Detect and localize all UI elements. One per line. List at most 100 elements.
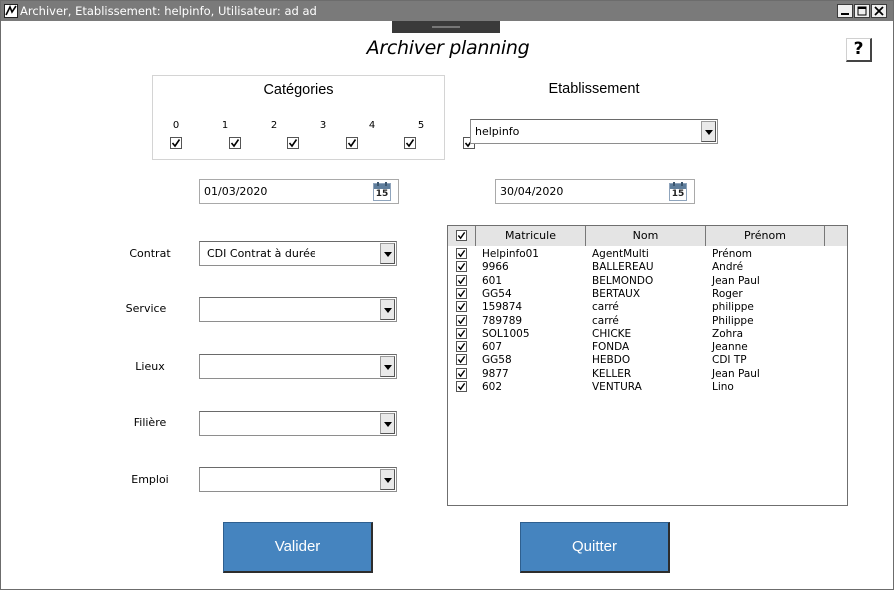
minimize-icon[interactable] xyxy=(837,4,853,18)
category-label-5: 5 xyxy=(417,120,425,131)
row-checkbox[interactable] xyxy=(456,314,467,326)
contrat-value: CDI Contrat à durée i xyxy=(207,247,315,260)
chevron-down-icon[interactable] xyxy=(380,299,395,320)
cell-prenom: André xyxy=(712,261,744,274)
chevron-down-icon[interactable] xyxy=(380,469,395,490)
category-checkbox-1[interactable] xyxy=(228,137,241,149)
cell-nom: HEBDO xyxy=(592,354,631,367)
table-row[interactable]: 9877 KELLER Jean Paul xyxy=(448,367,847,381)
category-checkbox-0[interactable] xyxy=(170,137,182,149)
etablissement-value: helpinfo xyxy=(475,125,520,138)
row-checkbox[interactable] xyxy=(456,274,467,286)
etablissement-title: Etablissement xyxy=(548,81,640,97)
calendar-day: 15 xyxy=(671,189,685,199)
category-checkbox-4[interactable] xyxy=(404,137,416,149)
select-all-checkbox[interactable] xyxy=(456,230,467,241)
chevron-down-icon[interactable] xyxy=(380,356,395,377)
category-label-4: 4 xyxy=(368,120,376,131)
table-row[interactable]: SOL1005 CHICKE Zohra xyxy=(448,327,847,341)
filiere-select[interactable] xyxy=(199,411,397,436)
validate-button[interactable]: Valider xyxy=(223,522,373,573)
column-header-nom[interactable]: Nom xyxy=(586,226,706,246)
table-row[interactable]: 9966 BALLEREAU André xyxy=(448,261,847,274)
cell-matricule: 9966 xyxy=(482,261,509,274)
cell-prenom: Lino xyxy=(712,381,734,393)
service-label: Service xyxy=(125,302,167,315)
app-icon xyxy=(4,4,18,18)
cell-nom: AgentMulti xyxy=(592,248,649,260)
row-checkbox[interactable] xyxy=(456,341,467,353)
table-row[interactable]: 159874 carré philippe xyxy=(448,301,847,314)
title-bar[interactable]: Archiver, Etablissement: helpinfo, Utili… xyxy=(1,1,893,21)
chevron-down-icon[interactable] xyxy=(380,243,395,264)
archiver-window: Archiver, Etablissement: helpinfo, Utili… xyxy=(0,0,894,590)
row-checkbox[interactable] xyxy=(456,354,467,366)
window-title: Archiver, Etablissement: helpinfo, Utili… xyxy=(20,4,317,18)
start-date-field[interactable]: 01/03/2020 15 xyxy=(199,179,399,204)
lieux-select[interactable] xyxy=(199,354,397,379)
quit-button[interactable]: Quitter xyxy=(520,522,670,573)
grid-header: Matricule Nom Prénom xyxy=(448,226,847,246)
cell-matricule: 789789 xyxy=(482,314,523,327)
table-row[interactable]: 602 VENTURA Lino xyxy=(448,381,847,394)
category-label-0: 0 xyxy=(172,120,180,131)
cell-prenom: Jeanne xyxy=(712,341,748,354)
end-date-value: 30/04/2020 xyxy=(500,185,564,198)
cell-prenom: philippe xyxy=(712,301,754,314)
row-checkbox[interactable] xyxy=(456,367,467,379)
cell-matricule: GG58 xyxy=(482,354,512,367)
chevron-down-icon[interactable] xyxy=(380,413,395,434)
drag-handle[interactable] xyxy=(392,21,500,33)
end-date-field[interactable]: 30/04/2020 15 xyxy=(495,179,695,204)
contrat-label: Contrat xyxy=(129,247,171,260)
etablissement-select[interactable]: helpinfo xyxy=(470,119,718,144)
cell-matricule: Helpinfo01 xyxy=(482,248,539,260)
column-header-prenom[interactable]: Prénom xyxy=(706,226,825,246)
cell-matricule: 9877 xyxy=(482,367,509,380)
calendar-icon[interactable]: 15 xyxy=(669,182,687,201)
lieux-label: Lieux xyxy=(135,360,165,373)
cell-prenom: Philippe xyxy=(712,314,754,327)
service-select[interactable] xyxy=(199,297,397,322)
cell-nom: VENTURA xyxy=(592,381,642,393)
grip-line xyxy=(432,26,460,28)
table-row[interactable]: Helpinfo01 AgentMulti Prénom xyxy=(448,248,847,261)
row-checkbox[interactable] xyxy=(456,248,467,259)
help-button[interactable]: ? xyxy=(846,38,872,62)
cell-matricule: 601 xyxy=(482,274,503,287)
start-date-value: 01/03/2020 xyxy=(204,185,268,198)
cell-prenom: Jean Paul xyxy=(712,274,760,287)
table-row[interactable]: 607 FONDA Jeanne xyxy=(448,341,847,354)
cell-matricule: 159874 xyxy=(482,301,523,314)
table-row[interactable]: 601 BELMONDO Jean Paul xyxy=(448,274,847,288)
row-checkbox[interactable] xyxy=(456,287,467,299)
category-checkbox-2[interactable] xyxy=(287,137,299,149)
row-checkbox[interactable] xyxy=(456,261,467,273)
cell-prenom: Zohra xyxy=(712,327,744,340)
category-label-2: 2 xyxy=(270,120,278,131)
row-checkbox[interactable] xyxy=(456,327,467,339)
select-all-cell[interactable] xyxy=(448,226,476,246)
calendar-day: 15 xyxy=(375,189,389,199)
calendar-icon[interactable]: 15 xyxy=(373,182,391,201)
employee-grid[interactable]: Matricule Nom Prénom Helpinfo01 AgentMult… xyxy=(447,225,848,506)
column-header-matricule[interactable]: Matricule xyxy=(476,226,586,246)
row-checkbox[interactable] xyxy=(456,381,467,392)
page-title: Archiver planning xyxy=(366,37,530,59)
row-checkbox[interactable] xyxy=(456,301,467,313)
contrat-select[interactable]: CDI Contrat à durée i xyxy=(199,241,397,266)
chevron-down-icon[interactable] xyxy=(701,121,716,142)
table-row[interactable]: GG58 HEBDO CDI TP xyxy=(448,354,847,367)
emploi-select[interactable] xyxy=(199,467,397,492)
filiere-label: Filière xyxy=(133,416,167,429)
maximize-icon[interactable] xyxy=(854,4,870,18)
close-icon[interactable] xyxy=(871,4,887,18)
emploi-label: Emploi xyxy=(131,473,169,486)
table-row[interactable]: 789789 carré Philippe xyxy=(448,314,847,328)
cell-nom: BERTAUX xyxy=(592,287,641,300)
table-row[interactable]: GG54 BERTAUX Roger xyxy=(448,287,847,301)
category-checkbox-3[interactable] xyxy=(345,137,358,149)
cell-nom: BELMONDO xyxy=(592,274,654,287)
cell-matricule: 607 xyxy=(482,341,503,354)
categories-title: Catégories xyxy=(263,82,334,98)
